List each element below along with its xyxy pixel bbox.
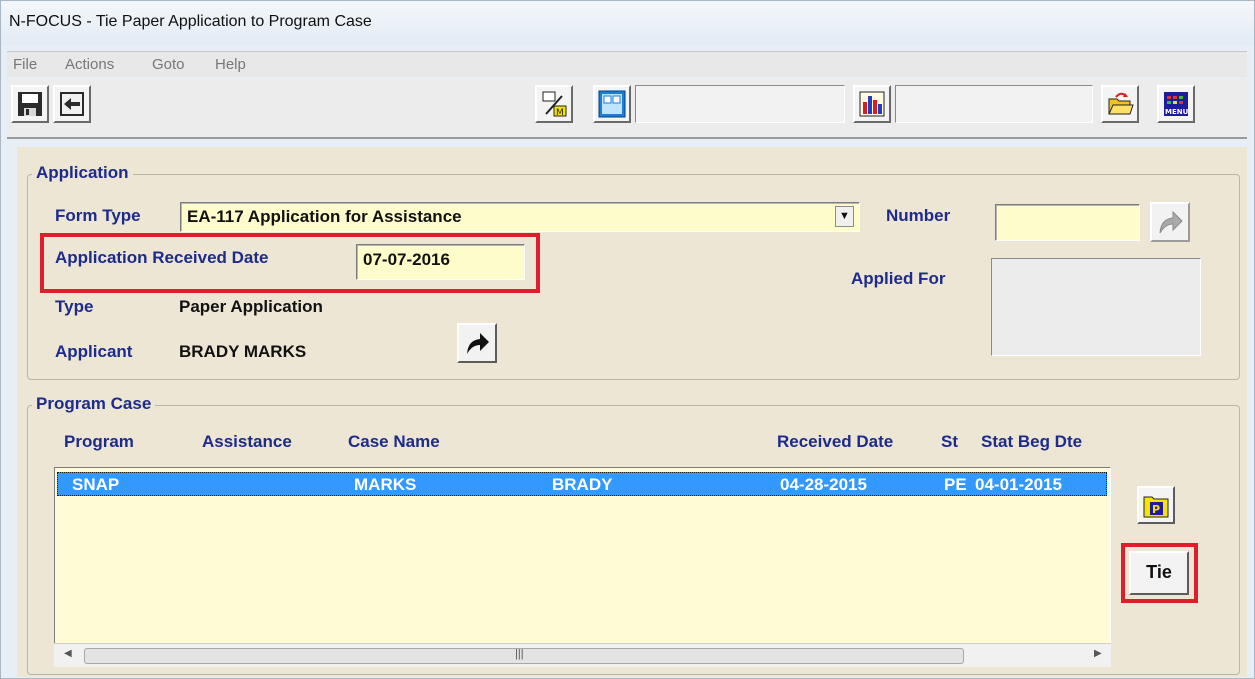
row-stat-beg-dte: 04-01-2015 xyxy=(975,475,1062,494)
chart-button[interactable] xyxy=(853,85,891,123)
svg-text:M: M xyxy=(556,108,564,118)
applicant-go-button[interactable] xyxy=(457,323,497,363)
program-p-icon: P xyxy=(1143,496,1169,518)
chevron-down-icon: ▼ xyxy=(839,210,850,222)
bar-chart-icon xyxy=(859,91,885,117)
number-field[interactable] xyxy=(995,204,1140,241)
layout-button[interactable] xyxy=(593,85,631,123)
applicant-label: Applicant xyxy=(55,342,133,361)
form-type-value: EA-117 Application for Assistance xyxy=(187,207,462,226)
row-received-date: 04-28-2015 xyxy=(780,475,867,494)
type-value: Paper Application xyxy=(179,297,323,316)
program-case-group-title: Program Case xyxy=(32,394,156,414)
exit-button[interactable] xyxy=(53,85,91,123)
received-date-field[interactable]: 07-07-2016 xyxy=(356,244,525,280)
column-header-received-date[interactable]: Received Date xyxy=(777,432,893,452)
column-header-case-name[interactable]: Case Name xyxy=(348,432,440,452)
form-type-label: Form Type xyxy=(55,206,141,225)
column-header-st[interactable]: St xyxy=(941,432,958,452)
number-label: Number xyxy=(886,206,951,225)
save-icon xyxy=(18,92,42,116)
row-last-name: MARKS xyxy=(354,475,417,494)
percent-m-icon: M xyxy=(542,91,567,118)
app-window: N-FOCUS - Tie Paper Application to Progr… xyxy=(0,0,1255,679)
content-area: Application Form Type EA-117 Application… xyxy=(17,147,1247,677)
menu-actions[interactable]: Actions xyxy=(65,56,114,73)
type-label: Type xyxy=(55,297,94,316)
column-header-assistance[interactable]: Assistance xyxy=(202,432,292,452)
applied-for-label: Applied For xyxy=(851,269,946,288)
open-folder-button[interactable] xyxy=(1101,85,1139,123)
column-header-stat-beg-dte[interactable]: Stat Beg Dte xyxy=(981,432,1082,452)
program-detail-button[interactable]: P xyxy=(1137,486,1175,524)
applied-for-box xyxy=(991,258,1201,356)
window-title: N-FOCUS - Tie Paper Application to Progr… xyxy=(9,13,372,30)
toolbar: M MENU xyxy=(7,79,1247,139)
row-first-name: BRADY xyxy=(552,475,613,494)
grip-icon: ||| xyxy=(515,648,524,660)
received-date-value: 07-07-2016 xyxy=(363,250,450,269)
scroll-left-icon[interactable]: ◀ xyxy=(64,648,72,659)
layout-icon xyxy=(598,90,626,118)
row-program: SNAP xyxy=(72,475,120,494)
received-date-label: Application Received Date xyxy=(55,248,269,267)
forward-arrow-icon xyxy=(467,333,489,354)
toolbar-panel-2 xyxy=(895,85,1093,123)
menu-icon: MENU xyxy=(1164,92,1189,116)
menu-file[interactable]: File xyxy=(13,56,37,73)
form-type-select[interactable]: EA-117 Application for Assistance xyxy=(180,202,860,232)
table-row[interactable]: SNAP MARKS BRADY 04-28-2015 PE 04-01-201… xyxy=(57,472,1107,496)
applicant-value: BRADY MARKS xyxy=(179,342,307,361)
number-go-button[interactable] xyxy=(1150,202,1190,242)
menu-bar: File Actions Goto Help xyxy=(7,51,1247,77)
program-case-list[interactable]: SNAP MARKS BRADY 04-28-2015 PE 04-01-201… xyxy=(54,467,1111,647)
title-bar: N-FOCUS - Tie Paper Application to Progr… xyxy=(1,1,1254,45)
save-button[interactable] xyxy=(11,85,49,123)
form-type-dropdown-button[interactable]: ▼ xyxy=(835,206,854,227)
column-header-program[interactable]: Program xyxy=(64,432,134,452)
percent-m-button[interactable]: M xyxy=(535,85,573,123)
scroll-right-icon[interactable]: ▶ xyxy=(1094,648,1102,659)
menu-help[interactable]: Help xyxy=(215,56,246,73)
tie-button[interactable]: Tie xyxy=(1129,551,1189,595)
scroll-thumb[interactable]: ||| xyxy=(84,648,964,664)
horizontal-scrollbar[interactable]: ◀ ||| ▶ xyxy=(54,643,1111,667)
toolbar-panel xyxy=(635,85,845,123)
program-p-label: P xyxy=(1152,503,1160,516)
menu-button[interactable]: MENU xyxy=(1157,85,1195,123)
menu-goto[interactable]: Goto xyxy=(152,56,185,73)
menu-icon-label: MENU xyxy=(1165,108,1189,116)
row-st: PE xyxy=(944,475,967,494)
forward-arrow-icon xyxy=(1159,210,1183,234)
exit-icon xyxy=(60,92,84,116)
open-folder-icon xyxy=(1108,92,1134,115)
application-group-title: Application xyxy=(32,163,133,183)
